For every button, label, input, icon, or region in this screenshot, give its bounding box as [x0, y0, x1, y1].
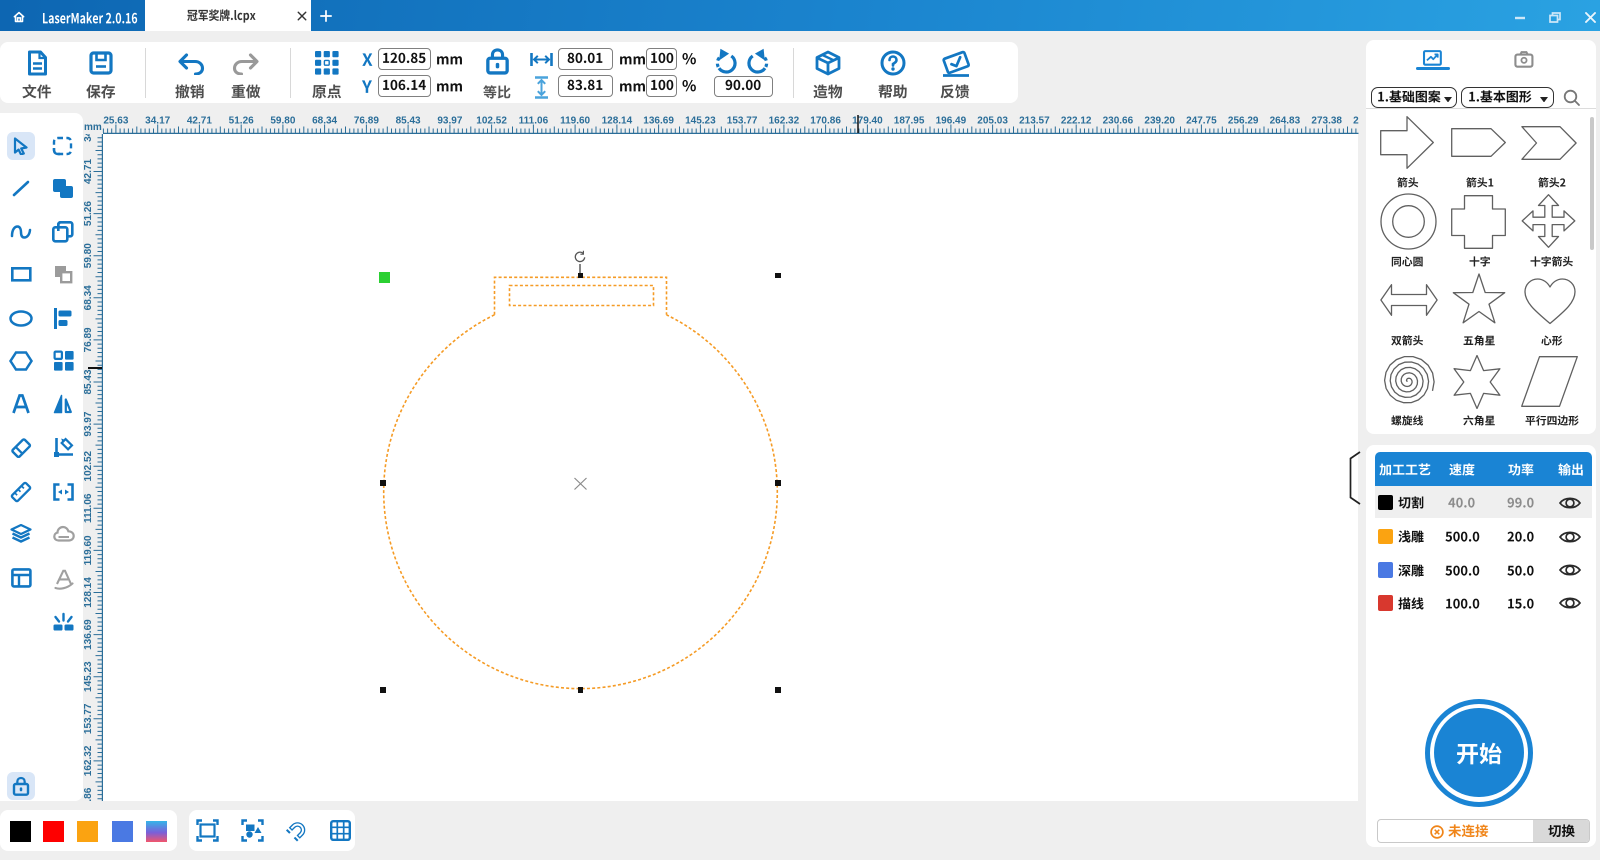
svg-text:136.69: 136.69 — [83, 619, 94, 650]
svg-text:111.06: 111.06 — [83, 493, 94, 523]
svg-text:34.17: 34.17 — [83, 134, 94, 142]
svg-text:51.26: 51.26 — [83, 201, 94, 226]
svg-text:76.89: 76.89 — [83, 327, 94, 352]
svg-text:68.34: 68.34 — [83, 285, 94, 310]
svg-text:85.43: 85.43 — [83, 369, 94, 394]
svg-text:119.60: 119.60 — [83, 535, 94, 565]
svg-text:mm: mm — [84, 122, 102, 133]
svg-text:59.80: 59.80 — [83, 243, 94, 268]
svg-text:145.23: 145.23 — [83, 661, 94, 692]
svg-text:170.86: 170.86 — [83, 787, 94, 801]
svg-text:102.52: 102.52 — [83, 450, 94, 481]
svg-text:42.71: 42.71 — [83, 159, 94, 184]
svg-text:153.77: 153.77 — [83, 703, 94, 734]
svg-text:128.14: 128.14 — [83, 577, 94, 608]
svg-text:162.32: 162.32 — [83, 745, 94, 776]
svg-text:281.92: 281.92 — [1353, 116, 1358, 127]
svg-text:93.97: 93.97 — [83, 411, 94, 436]
